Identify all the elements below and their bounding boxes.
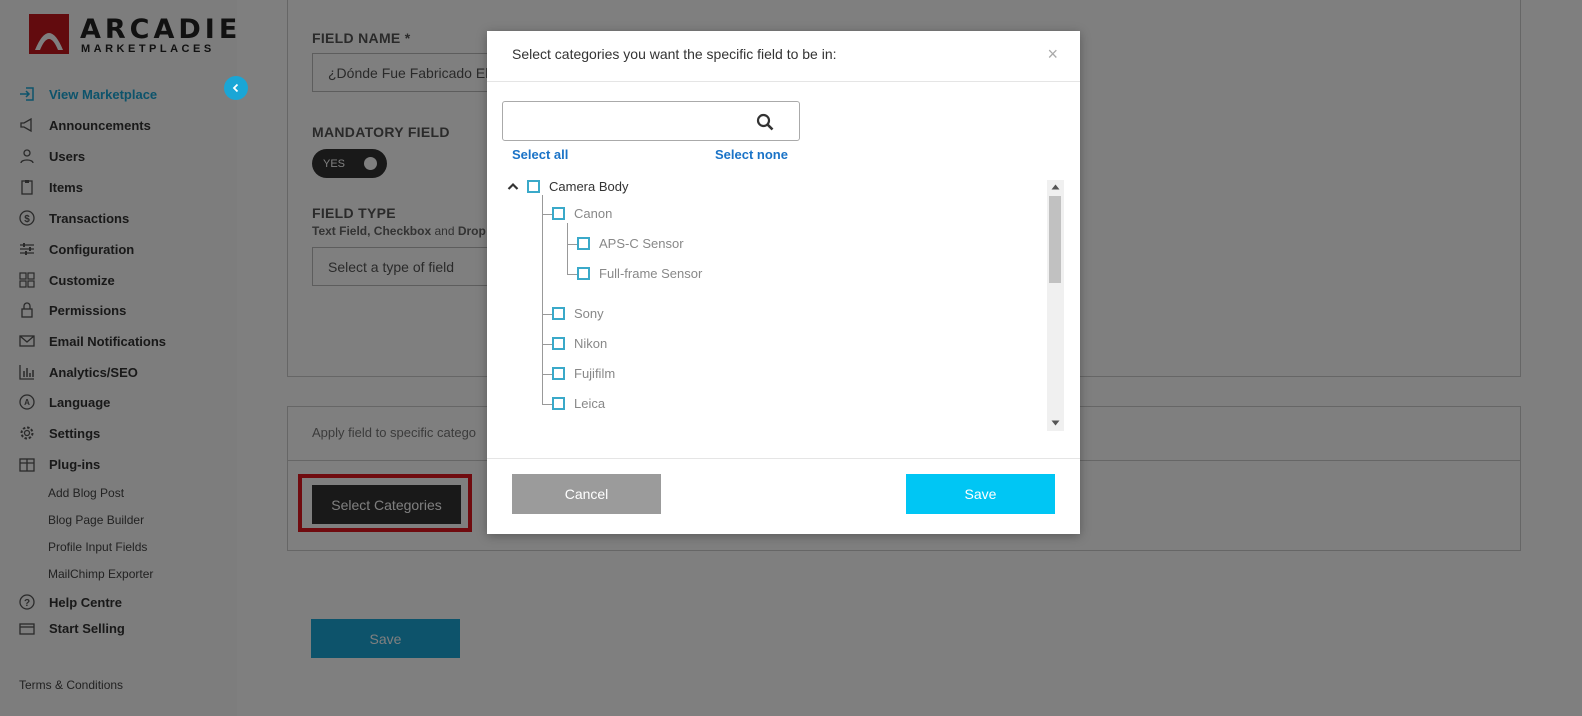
- category-tree: Camera Body Canon APS-C Sensor Full-fram…: [502, 178, 1065, 431]
- tree-item-nikon[interactable]: Nikon: [552, 336, 607, 351]
- checkbox[interactable]: [577, 237, 590, 250]
- cancel-button[interactable]: Cancel: [512, 474, 661, 514]
- select-none-link[interactable]: Select none: [715, 147, 788, 162]
- checkbox[interactable]: [527, 180, 540, 193]
- checkbox[interactable]: [552, 307, 565, 320]
- tree-item-label: APS-C Sensor: [599, 236, 684, 251]
- chevron-left-icon: [232, 83, 239, 93]
- chevron-up-icon[interactable]: [507, 182, 519, 192]
- close-icon[interactable]: ×: [1047, 44, 1058, 65]
- checkbox[interactable]: [552, 367, 565, 380]
- sidebar-collapse-button[interactable]: [224, 76, 248, 100]
- tree-item-full-frame-sensor[interactable]: Full-frame Sensor: [577, 266, 702, 281]
- tree-item-label: Camera Body: [549, 179, 629, 194]
- tree-item-label: Canon: [574, 206, 613, 221]
- modal-save-button[interactable]: Save: [906, 474, 1055, 514]
- modal-title: Select categories you want the specific …: [512, 46, 837, 62]
- scroll-down-arrow-icon[interactable]: [1051, 420, 1060, 426]
- tree-scrollbar[interactable]: [1047, 180, 1064, 431]
- checkbox[interactable]: [577, 267, 590, 280]
- checkbox[interactable]: [552, 207, 565, 220]
- scroll-thumb[interactable]: [1049, 196, 1061, 283]
- tree-item-label: Leica: [574, 396, 606, 411]
- modal-footer: Cancel Save: [487, 458, 1080, 535]
- tree-item-label: Nikon: [574, 336, 608, 351]
- tree-item-leica[interactable]: Leica: [552, 396, 605, 411]
- tree-item-camera-body[interactable]: Camera Body: [527, 179, 628, 194]
- tree-item-aps-c-sensor[interactable]: APS-C Sensor: [577, 236, 684, 251]
- category-search-input[interactable]: [502, 101, 800, 141]
- tree-item-sony[interactable]: Sony: [552, 306, 604, 321]
- checkbox[interactable]: [552, 397, 565, 410]
- tree-item-label: Sony: [574, 306, 604, 321]
- tree-item-label: Full-frame Sensor: [599, 266, 703, 281]
- checkbox[interactable]: [552, 337, 565, 350]
- select-all-link[interactable]: Select all: [512, 147, 568, 162]
- tree-item-label: Fujifilm: [574, 366, 616, 381]
- tree-item-fujifilm[interactable]: Fujifilm: [552, 366, 615, 381]
- modal-header: Select categories you want the specific …: [487, 31, 1080, 82]
- search-icon[interactable]: [756, 113, 774, 131]
- category-select-modal: Select categories you want the specific …: [487, 31, 1080, 534]
- scroll-up-arrow-icon[interactable]: [1051, 184, 1060, 190]
- tree-item-canon[interactable]: Canon: [552, 206, 612, 221]
- tree-connector: [567, 223, 568, 274]
